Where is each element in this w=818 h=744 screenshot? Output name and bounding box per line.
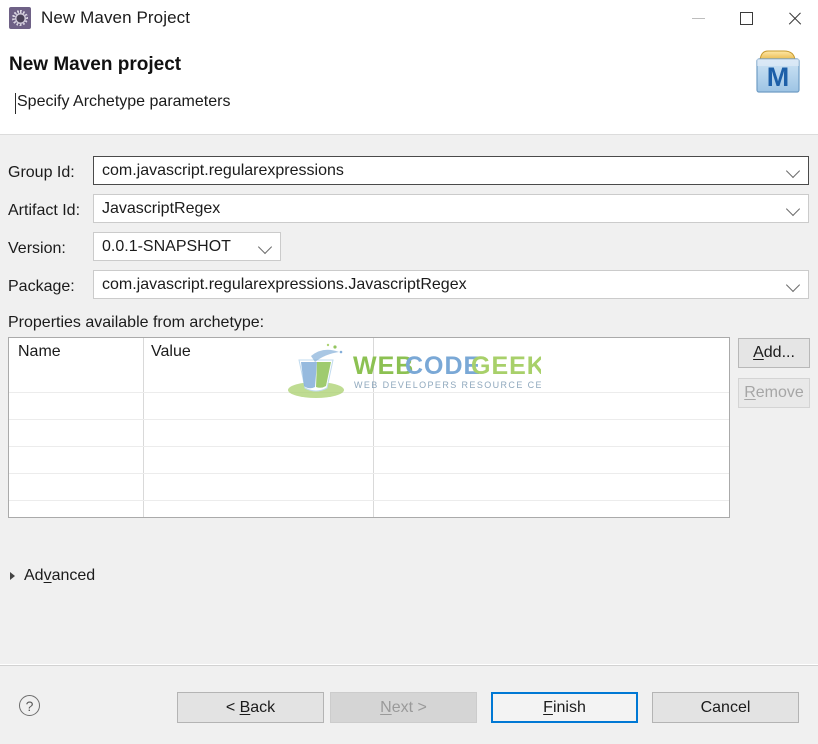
row-divider xyxy=(9,473,729,474)
table-header-row: Name Value xyxy=(9,338,729,366)
help-glyph: ? xyxy=(26,698,34,714)
minimize-button[interactable] xyxy=(674,0,722,36)
row-divider xyxy=(9,446,729,447)
window-controls xyxy=(674,0,818,36)
text-caret xyxy=(15,93,16,114)
maven-box-logo: M xyxy=(750,46,806,98)
maximize-icon xyxy=(740,12,753,25)
artifact-id-combobox[interactable]: JavascriptRegex xyxy=(93,194,809,223)
next-button: Next > xyxy=(330,692,477,723)
properties-label: Properties available from archetype: xyxy=(8,314,264,332)
row-divider xyxy=(9,500,729,501)
footer-separator xyxy=(0,664,818,666)
artifact-id-value: JavascriptRegex xyxy=(94,200,220,218)
new-maven-project-dialog: New Maven Project New Maven project Spec… xyxy=(0,0,818,744)
column-header-value[interactable]: Value xyxy=(151,343,191,361)
chevron-down-icon xyxy=(786,277,800,291)
chevron-down-icon xyxy=(258,239,272,253)
minimize-icon xyxy=(692,18,705,19)
package-value: com.javascript.regularexpressions.Javasc… xyxy=(94,276,467,294)
page-subtitle: Specify Archetype parameters xyxy=(17,93,230,111)
group-id-combobox[interactable]: com.javascript.regularexpressions xyxy=(93,156,809,185)
maximize-button[interactable] xyxy=(722,0,770,36)
page-title: New Maven project xyxy=(9,54,181,76)
remove-property-label: Remove xyxy=(744,384,804,402)
chevron-right-icon xyxy=(10,572,15,580)
close-icon xyxy=(787,11,802,26)
help-icon[interactable]: ? xyxy=(19,695,40,716)
column-header-name[interactable]: Name xyxy=(18,343,61,361)
package-combobox[interactable]: com.javascript.regularexpressions.Javasc… xyxy=(93,270,809,299)
close-button[interactable] xyxy=(770,0,818,36)
group-id-label: Group Id: xyxy=(8,164,75,182)
chevron-down-icon xyxy=(786,163,800,177)
add-property-label: Add... xyxy=(753,344,795,362)
back-label: < Back xyxy=(226,699,275,717)
advanced-label: Advanced xyxy=(24,567,95,585)
version-value: 0.0.1-SNAPSHOT xyxy=(94,238,231,256)
chevron-down-icon xyxy=(786,201,800,215)
row-divider xyxy=(9,392,729,393)
group-id-value: com.javascript.regularexpressions xyxy=(94,162,344,180)
artifact-id-label: Artifact Id: xyxy=(8,202,80,220)
version-label: Version: xyxy=(8,240,66,258)
cancel-label: Cancel xyxy=(701,699,751,717)
add-property-button[interactable]: Add... xyxy=(738,338,810,368)
back-button[interactable]: < Back xyxy=(177,692,324,723)
row-divider xyxy=(9,419,729,420)
remove-property-button: Remove xyxy=(738,378,810,408)
svg-text:M: M xyxy=(767,62,790,92)
finish-label: Finish xyxy=(543,699,586,717)
svg-text:WEB DEVELOPERS RESOURCE CENTER: WEB DEVELOPERS RESOURCE CENTER xyxy=(354,380,541,390)
window-title: New Maven Project xyxy=(41,8,190,28)
finish-button[interactable]: Finish xyxy=(491,692,638,723)
advanced-section-toggle[interactable]: Advanced xyxy=(10,567,95,585)
package-label: Package: xyxy=(8,278,75,296)
properties-table[interactable]: Name Value WEB CODE GEEKS WEB DEV xyxy=(8,337,730,518)
maven-gear-icon xyxy=(9,7,31,29)
next-label: Next > xyxy=(380,699,427,717)
title-bar: New Maven Project xyxy=(0,0,818,36)
wizard-header: New Maven project Specify Archetype para… xyxy=(0,36,818,135)
cancel-button[interactable]: Cancel xyxy=(652,692,799,723)
dialog-body: Group Id: com.javascript.regularexpressi… xyxy=(0,136,818,744)
version-combobox[interactable]: 0.0.1-SNAPSHOT xyxy=(93,232,281,261)
